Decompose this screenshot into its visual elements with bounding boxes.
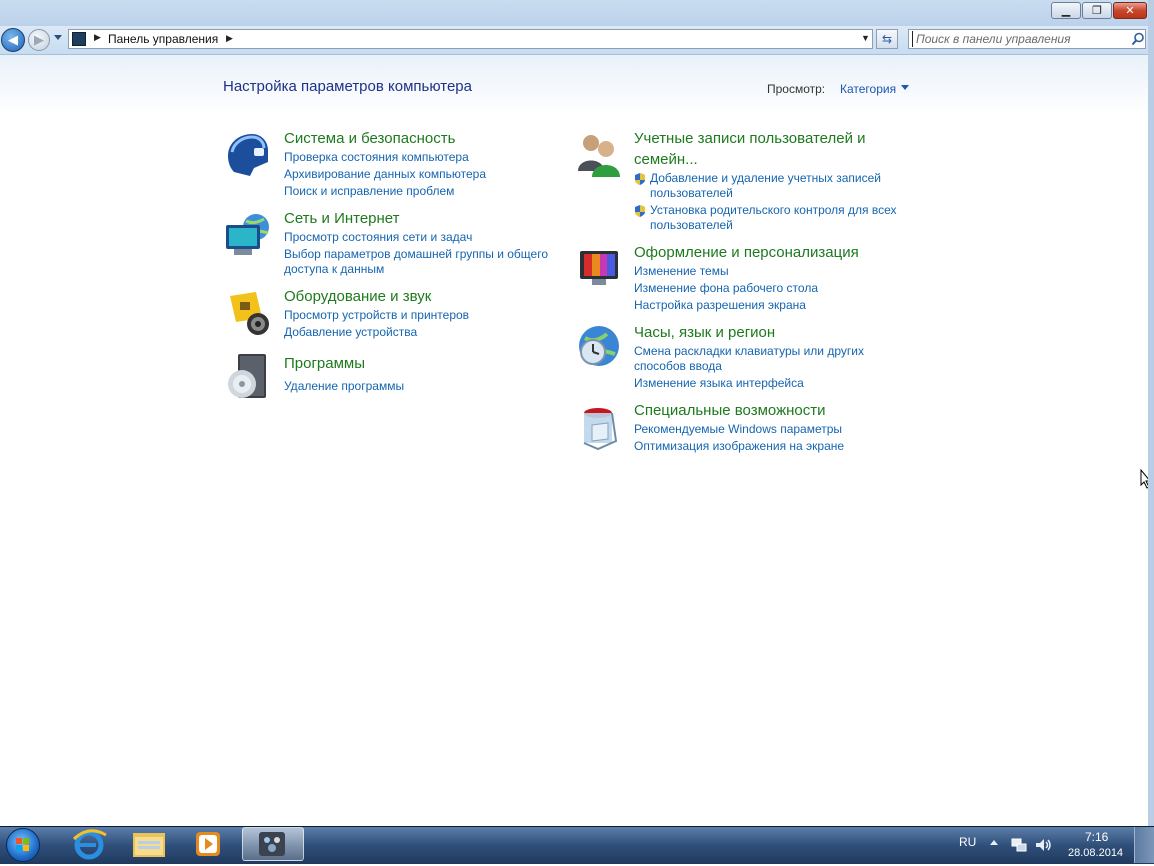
category-programs-link[interactable]: Программы bbox=[284, 353, 365, 374]
task-link[interactable]: Настройка разрешения экрана bbox=[634, 298, 806, 313]
task-link[interactable]: Удаление программы bbox=[284, 379, 404, 394]
view-by-label: Просмотр: bbox=[767, 82, 826, 96]
clock-date[interactable]: 28.08.2014 bbox=[1068, 847, 1123, 859]
control-panel-small-icon bbox=[72, 32, 86, 46]
category-accessibility-link[interactable]: Специальные возможности bbox=[634, 400, 826, 421]
start-orb-icon[interactable] bbox=[6, 828, 40, 862]
task-link[interactable]: Рекомендуемые Windows параметры bbox=[634, 422, 842, 437]
content-area bbox=[0, 55, 1148, 823]
taskbar-media-player[interactable] bbox=[178, 827, 240, 861]
task-link[interactable]: Просмотр устройств и принтеров bbox=[284, 308, 469, 323]
view-by-dropdown[interactable]: Категория bbox=[840, 82, 896, 96]
personalization-monitor-icon[interactable] bbox=[578, 247, 622, 289]
task-link[interactable]: Добавление устройства bbox=[284, 325, 417, 340]
task-link[interactable]: Изменение фона рабочего стола bbox=[634, 281, 818, 296]
admin-shield-icon bbox=[635, 173, 645, 185]
back-arrow-icon: ◀ bbox=[8, 32, 18, 47]
task-link[interactable]: Добавление и удаление учетных записей по… bbox=[650, 171, 900, 201]
category-user-accounts-link[interactable]: Учетные записи пользователей и семейн... bbox=[634, 128, 894, 170]
volume-icon[interactable] bbox=[1034, 836, 1052, 854]
windows-logo-icon bbox=[16, 838, 29, 851]
minimize-icon: ▁ bbox=[1061, 5, 1071, 17]
minimize-button[interactable]: ▁ bbox=[1051, 2, 1081, 19]
restore-icon: ❐ bbox=[1092, 5, 1102, 17]
forward-arrow-icon: ▶ bbox=[34, 32, 44, 47]
window-titlebar[interactable] bbox=[0, 0, 1154, 26]
category-network-internet-link[interactable]: Сеть и Интернет bbox=[284, 208, 400, 229]
show-hidden-icons-chevron-icon[interactable] bbox=[990, 840, 998, 845]
task-link[interactable]: Выбор параметров домашней группы и общег… bbox=[284, 247, 556, 277]
taskbar-internet-explorer[interactable] bbox=[58, 827, 120, 861]
task-link[interactable]: Просмотр состояния сети и задач bbox=[284, 230, 472, 245]
task-link[interactable]: Поиск и исправление проблем bbox=[284, 184, 454, 199]
search-box[interactable] bbox=[908, 29, 1146, 49]
task-link[interactable]: Изменение темы bbox=[634, 264, 729, 279]
accessibility-icon[interactable] bbox=[578, 405, 622, 451]
window-border bbox=[1148, 0, 1154, 826]
breadcrumb-chevron-icon[interactable]: ▶ bbox=[226, 33, 233, 44]
network-globe-icon[interactable] bbox=[224, 211, 272, 259]
media-player-icon bbox=[196, 832, 220, 856]
address-bar[interactable]: ▶ Панель управления ▶ ▼ bbox=[68, 29, 873, 49]
close-button[interactable]: ✕ bbox=[1113, 2, 1147, 19]
security-shield-icon[interactable] bbox=[224, 132, 270, 178]
show-desktop-button[interactable] bbox=[1134, 827, 1154, 863]
internet-explorer-icon bbox=[72, 829, 107, 860]
breadcrumb-chevron-icon[interactable]: ▶ bbox=[94, 32, 101, 43]
language-indicator[interactable]: RU bbox=[959, 835, 976, 849]
refresh-icon: ⇆ bbox=[881, 32, 893, 46]
refresh-button[interactable]: ⇆ bbox=[876, 29, 898, 49]
user-accounts-icon[interactable] bbox=[576, 131, 624, 179]
category-clock-language-region-link[interactable]: Часы, язык и регион bbox=[634, 322, 775, 343]
view-dropdown-chevron-icon[interactable] bbox=[901, 85, 909, 90]
task-link[interactable]: Установка родительского контроля для все… bbox=[650, 203, 910, 233]
clock-time[interactable]: 7:16 bbox=[1085, 830, 1108, 844]
search-icon[interactable] bbox=[1131, 32, 1145, 46]
task-link[interactable]: Изменение языка интерфейса bbox=[634, 376, 804, 391]
network-tray-icon[interactable] bbox=[1010, 836, 1028, 854]
task-link[interactable]: Оптимизация изображения на экране bbox=[634, 439, 844, 454]
admin-shield-icon bbox=[635, 205, 645, 217]
page-title: Настройка параметров компьютера bbox=[223, 78, 472, 95]
search-input[interactable] bbox=[912, 31, 1126, 47]
category-hardware-sound-link[interactable]: Оборудование и звук bbox=[284, 286, 431, 307]
hardware-sound-icon[interactable] bbox=[226, 290, 272, 338]
recent-pages-dropdown-icon[interactable] bbox=[54, 35, 62, 40]
task-link[interactable]: Смена раскладки клавиатуры или других сп… bbox=[634, 344, 884, 374]
category-system-security-link[interactable]: Система и безопасность bbox=[284, 128, 455, 149]
task-link[interactable]: Архивирование данных компьютера bbox=[284, 167, 486, 182]
programs-disc-icon[interactable] bbox=[226, 352, 270, 400]
clock-globe-icon[interactable] bbox=[575, 324, 623, 372]
task-link[interactable]: Проверка состояния компьютера bbox=[284, 150, 469, 165]
taskbar-control-panel[interactable] bbox=[242, 827, 304, 861]
back-button[interactable]: ◀ bbox=[1, 28, 25, 52]
maximize-button[interactable]: ❐ bbox=[1082, 2, 1112, 19]
category-personalization-link[interactable]: Оформление и персонализация bbox=[634, 242, 859, 263]
forward-button[interactable]: ▶ bbox=[28, 29, 50, 51]
address-history-dropdown-icon[interactable]: ▼ bbox=[861, 33, 870, 43]
explorer-folder-icon bbox=[133, 833, 165, 857]
taskbar-windows-explorer[interactable] bbox=[118, 827, 180, 861]
breadcrumb-control-panel[interactable]: Панель управления bbox=[108, 32, 218, 46]
control-panel-icon bbox=[259, 832, 285, 856]
close-icon: ✕ bbox=[1125, 5, 1135, 17]
